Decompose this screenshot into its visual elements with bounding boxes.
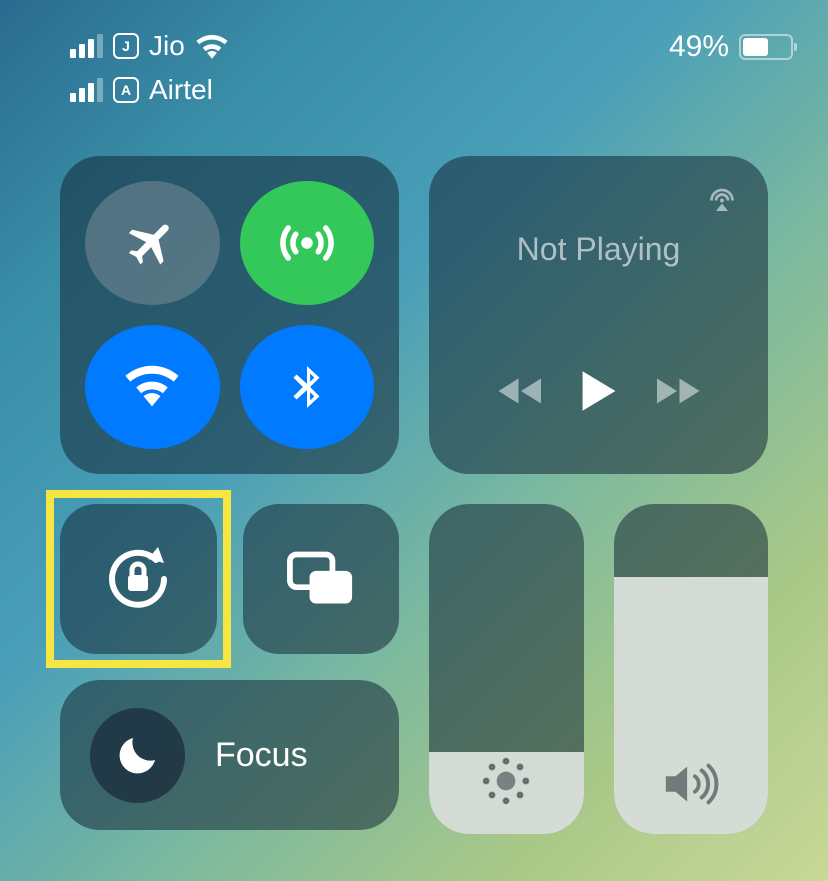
wifi-button[interactable] [85,325,220,449]
bluetooth-button[interactable] [240,325,375,449]
carrier-row-1: J Jio [70,30,229,62]
signal-bars-icon [70,78,103,102]
battery-percent-label: 49% [669,30,729,64]
focus-label: Focus [215,736,308,775]
play-icon [579,368,619,414]
cellular-data-button[interactable] [240,181,375,305]
carrier-name-1: Jio [149,30,185,62]
wifi-icon [195,33,229,59]
wifi-icon [123,358,181,416]
airplay-icon [704,181,740,217]
fast-forward-icon [652,373,702,409]
row2-left-col: Focus [60,504,399,834]
fast-forward-button[interactable] [652,373,702,409]
focus-button[interactable]: Focus [60,680,399,830]
connectivity-panel[interactable] [60,156,399,474]
screen-mirroring-icon [285,549,357,609]
focus-moon-circle [90,708,185,803]
brightness-slider[interactable] [429,504,584,834]
sliders-group [429,504,768,834]
battery-fill [743,38,768,56]
carrier-row-2: A Airtel [70,74,229,106]
bluetooth-icon [282,358,332,416]
rewind-icon [496,373,546,409]
sim-badge-2: A [113,77,139,103]
play-button[interactable] [579,368,619,414]
orientation-lock-icon [98,539,178,619]
sim-badge-1: J [113,33,139,59]
antenna-icon [277,213,337,273]
airplane-mode-button[interactable] [85,181,220,305]
volume-slider[interactable] [614,504,769,834]
volume-icon [660,759,722,809]
carrier-name-2: Airtel [149,74,213,106]
status-bar: J Jio A Airtel 49% [0,0,828,106]
rewind-button[interactable] [496,373,546,409]
media-title: Not Playing [459,231,738,268]
moon-icon [114,731,162,779]
status-battery: 49% [669,30,793,64]
control-center-grid: Not Playing [0,106,828,834]
screen-mirroring-button[interactable] [243,504,400,654]
media-panel[interactable]: Not Playing [429,156,768,474]
airplane-icon [124,215,180,271]
battery-icon [739,34,793,60]
orientation-lock-button[interactable] [60,504,217,654]
status-carriers: J Jio A Airtel [70,30,229,106]
signal-bars-icon [70,34,103,58]
brightness-icon [478,753,534,809]
airplay-button[interactable] [704,181,740,217]
